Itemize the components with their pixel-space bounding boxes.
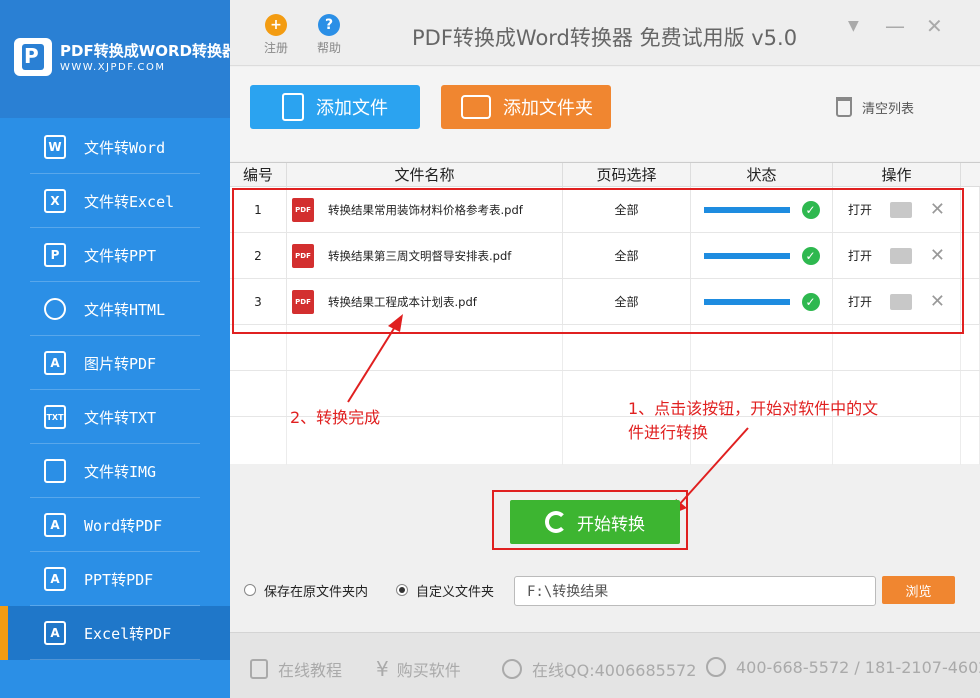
sidebar-item-file-to-word[interactable]: W 文件转Word bbox=[0, 120, 230, 174]
annotation-instruction-line2: 件进行转换 bbox=[628, 423, 709, 442]
help-icon: ? bbox=[318, 14, 340, 36]
pdf-icon: A bbox=[44, 621, 66, 645]
header-spacer bbox=[961, 163, 980, 186]
ppt-icon: P bbox=[44, 243, 66, 267]
header-pages: 页码选择 bbox=[563, 163, 691, 186]
add-file-label: 添加文件 bbox=[316, 98, 388, 119]
phone-info: 400-668-5572 / 181-2107-4602 bbox=[706, 657, 980, 677]
qq-icon bbox=[502, 659, 522, 679]
minimize-icon[interactable]: ▼ bbox=[848, 16, 859, 36]
sidebar-item-file-to-txt[interactable]: TXT 文件转TXT bbox=[0, 390, 230, 444]
clear-list-label: 清空列表 bbox=[862, 101, 915, 117]
table-header: 编号 文件名称 页码选择 状态 操作 bbox=[230, 163, 980, 187]
add-folder-label: 添加文件夹 bbox=[503, 98, 593, 119]
sidebar-item-label: 文件转IMG bbox=[84, 462, 157, 481]
rows-highlight-box bbox=[232, 188, 964, 334]
save-options: 保存在原文件夹内 自定义文件夹 浏览 bbox=[244, 576, 964, 606]
logo-title: PDF转换成WORD转换器 bbox=[60, 42, 237, 60]
sidebar-item-label: 文件转TXT bbox=[84, 408, 157, 427]
radio-custom-folder[interactable] bbox=[396, 584, 408, 596]
empty-cell bbox=[230, 371, 287, 416]
document-icon bbox=[250, 659, 268, 679]
sidebar-item-label: 图片转PDF bbox=[84, 354, 157, 373]
header-actions: 操作 bbox=[833, 163, 961, 186]
phone-label: 400-668-5572 / 181-2107-4602 bbox=[736, 657, 980, 677]
annotation-instruction-line1: 1、点击该按钮，开始对软件中的文 bbox=[628, 399, 879, 418]
radio-original-folder[interactable] bbox=[244, 584, 256, 596]
sidebar-item-image-to-pdf[interactable]: A 图片转PDF bbox=[0, 336, 230, 390]
sidebar-nav: W 文件转Word X 文件转Excel P 文件转PPT 文件转HTML A … bbox=[0, 120, 230, 660]
sidebar-item-file-to-ppt[interactable]: P 文件转PPT bbox=[0, 228, 230, 282]
sidebar-item-label: 文件转PPT bbox=[84, 246, 157, 265]
sidebar: PDF转换成WORD转换器 WWW.XJPDF.COM W 文件转Word X … bbox=[0, 0, 237, 698]
sidebar-item-file-to-excel[interactable]: X 文件转Excel bbox=[0, 174, 230, 228]
globe-icon bbox=[44, 298, 66, 320]
sidebar-item-word-to-pdf[interactable]: A Word转PDF bbox=[0, 498, 230, 552]
logo-url: WWW.XJPDF.COM bbox=[60, 62, 166, 73]
register-button[interactable]: + 注册 bbox=[256, 14, 296, 56]
app-title: PDF转换成Word转换器 免费试用版 v5.0 bbox=[412, 26, 798, 50]
word-icon: W bbox=[44, 135, 66, 159]
txt-icon: TXT bbox=[44, 405, 66, 429]
sidebar-item-label: 文件转Excel bbox=[84, 192, 175, 211]
footer: 在线教程 ¥ 购买软件 在线QQ:4006685572 400-668-5572… bbox=[230, 632, 980, 698]
pdf-icon: A bbox=[44, 513, 66, 537]
pdf-icon: A bbox=[44, 351, 66, 375]
sidebar-item-label: Excel转PDF bbox=[84, 624, 172, 643]
restore-icon[interactable]: — bbox=[885, 16, 905, 36]
radio-original-label: 保存在原文件夹内 bbox=[264, 585, 369, 600]
buy-label: 购买软件 bbox=[396, 661, 461, 680]
register-icon: + bbox=[265, 14, 287, 36]
add-file-button[interactable]: 添加文件 bbox=[250, 85, 420, 129]
image-icon bbox=[44, 459, 66, 483]
title-bar: + 注册 ? 帮助 PDF转换成Word转换器 免费试用版 v5.0 ▼ — ✕ bbox=[230, 0, 980, 66]
clear-list-button[interactable]: 清空列表 bbox=[836, 97, 914, 117]
empty-cell bbox=[833, 417, 961, 465]
logo-area: PDF转换成WORD转换器 WWW.XJPDF.COM bbox=[0, 0, 237, 118]
empty-cell bbox=[961, 417, 980, 465]
sidebar-item-ppt-to-pdf[interactable]: A PPT转PDF bbox=[0, 552, 230, 606]
browse-button[interactable]: 浏览 bbox=[882, 576, 955, 604]
help-button[interactable]: ? 帮助 bbox=[309, 14, 349, 56]
empty-cell bbox=[230, 417, 287, 465]
sidebar-item-label: PPT转PDF bbox=[84, 570, 154, 589]
phone-icon bbox=[706, 657, 726, 677]
add-folder-button[interactable]: 添加文件夹 bbox=[441, 85, 611, 129]
empty-cell bbox=[691, 417, 833, 465]
close-icon[interactable]: ✕ bbox=[926, 16, 943, 36]
annotation-done: 2、转换完成 bbox=[290, 408, 381, 427]
tutorial-label: 在线教程 bbox=[278, 661, 343, 680]
yen-icon: ¥ bbox=[376, 657, 389, 681]
excel-icon: X bbox=[44, 189, 66, 213]
online-tutorial-link[interactable]: 在线教程 bbox=[250, 657, 342, 681]
folder-icon bbox=[461, 95, 491, 119]
qq-link[interactable]: 在线QQ:4006685572 bbox=[502, 657, 696, 681]
output-path-input[interactable] bbox=[514, 576, 876, 606]
header-filename: 文件名称 bbox=[287, 163, 563, 186]
pdf-icon: A bbox=[44, 567, 66, 591]
register-label: 注册 bbox=[263, 41, 288, 55]
sidebar-item-file-to-img[interactable]: 文件转IMG bbox=[0, 444, 230, 498]
file-icon bbox=[282, 93, 304, 121]
sidebar-item-file-to-html[interactable]: 文件转HTML bbox=[0, 282, 230, 336]
refresh-icon bbox=[545, 511, 567, 533]
app-logo-icon bbox=[14, 38, 52, 76]
buy-software-link[interactable]: ¥ 购买软件 bbox=[376, 657, 461, 681]
sidebar-item-label: 文件转Word bbox=[84, 138, 166, 157]
empty-cell bbox=[961, 371, 980, 416]
help-label: 帮助 bbox=[316, 41, 341, 55]
sidebar-item-excel-to-pdf[interactable]: A Excel转PDF bbox=[0, 606, 230, 660]
sidebar-item-label: Word转PDF bbox=[84, 516, 163, 535]
start-convert-button[interactable]: 开始转换 bbox=[510, 500, 680, 544]
header-number: 编号 bbox=[230, 163, 287, 186]
start-convert-label: 开始转换 bbox=[577, 514, 645, 535]
header-status: 状态 bbox=[691, 163, 833, 186]
trash-icon bbox=[836, 97, 852, 117]
action-bar: 添加文件 添加文件夹 清空列表 bbox=[230, 67, 980, 161]
qq-label: 在线QQ:4006685572 bbox=[532, 661, 697, 680]
sidebar-item-label: 文件转HTML bbox=[84, 300, 166, 319]
radio-custom-label: 自定义文件夹 bbox=[416, 585, 495, 600]
